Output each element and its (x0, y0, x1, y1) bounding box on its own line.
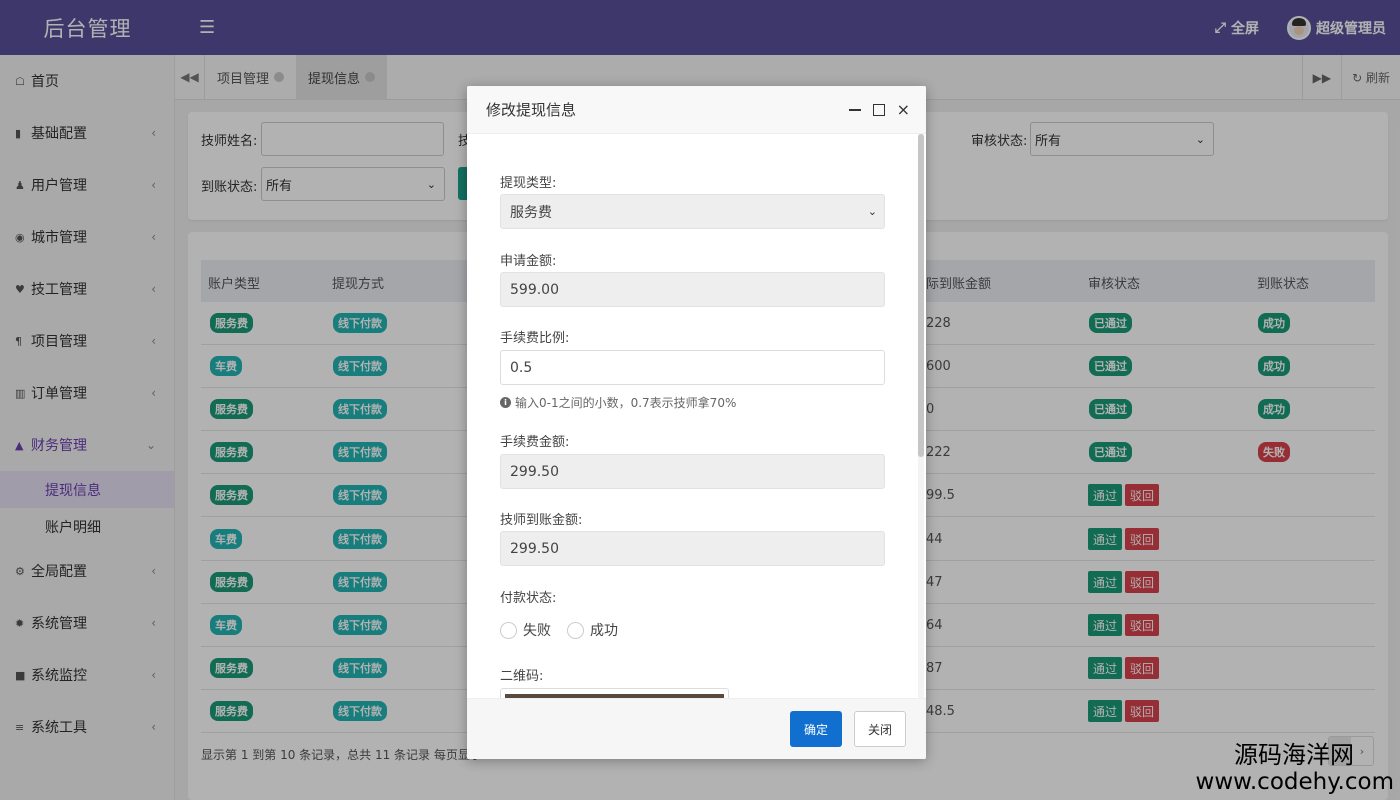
pay-success-radio[interactable] (567, 621, 584, 639)
pay-status-label: 付款状态: (500, 591, 557, 606)
modal-footer: 确定 关闭 (467, 698, 926, 759)
pay-fail-radio[interactable] (500, 621, 517, 639)
fee-ratio-input[interactable]: 0.5 (500, 350, 885, 385)
close-icon[interactable]: × (897, 100, 910, 119)
info-icon: i (500, 397, 511, 408)
qrcode-label: 二维码: (500, 669, 544, 684)
withdraw-type-select[interactable]: 服务费 ⌄ (500, 194, 885, 229)
fee-ratio-label: 手续费比例: (500, 331, 570, 346)
apply-amount-field: 599.00 (500, 272, 885, 307)
fee-ratio-help: i 输入0-1之间的小数，0.7表示技师拿70% (500, 394, 736, 411)
modal-scrollbar[interactable] (918, 134, 924, 698)
confirm-button[interactable]: 确定 (790, 711, 842, 747)
modal-header: 修改提现信息 × (467, 86, 926, 134)
watermark: 源码海洋网 www.codehy.com (1195, 741, 1394, 795)
modal-body: 提现类型: 服务费 ⌄ 申请金额: 599.00 手续费比例: 0.5 i 输入0-… (467, 134, 926, 698)
close-button[interactable]: 关闭 (854, 711, 906, 747)
withdraw-type-label: 提现类型: (500, 176, 557, 191)
fee-amount-label: 手续费金额: (500, 435, 570, 450)
qrcode-image (500, 688, 729, 698)
minimize-icon[interactable] (848, 108, 861, 111)
fee-amount-field: 299.50 (500, 454, 885, 489)
tech-amount-field: 299.50 (500, 531, 885, 566)
pay-status-radios: 失败 成功 (500, 620, 618, 640)
chevron-down-icon: ⌄ (867, 205, 877, 218)
edit-withdraw-modal: 修改提现信息 × 提现类型: 服务费 ⌄ 申请金额: 599.00 手续费比例: … (467, 86, 926, 759)
tech-amount-label: 技师到账金额: (500, 513, 583, 528)
maximize-icon[interactable] (872, 103, 885, 116)
modal-title: 修改提现信息 (486, 101, 577, 119)
apply-amount-label: 申请金额: (500, 254, 557, 269)
